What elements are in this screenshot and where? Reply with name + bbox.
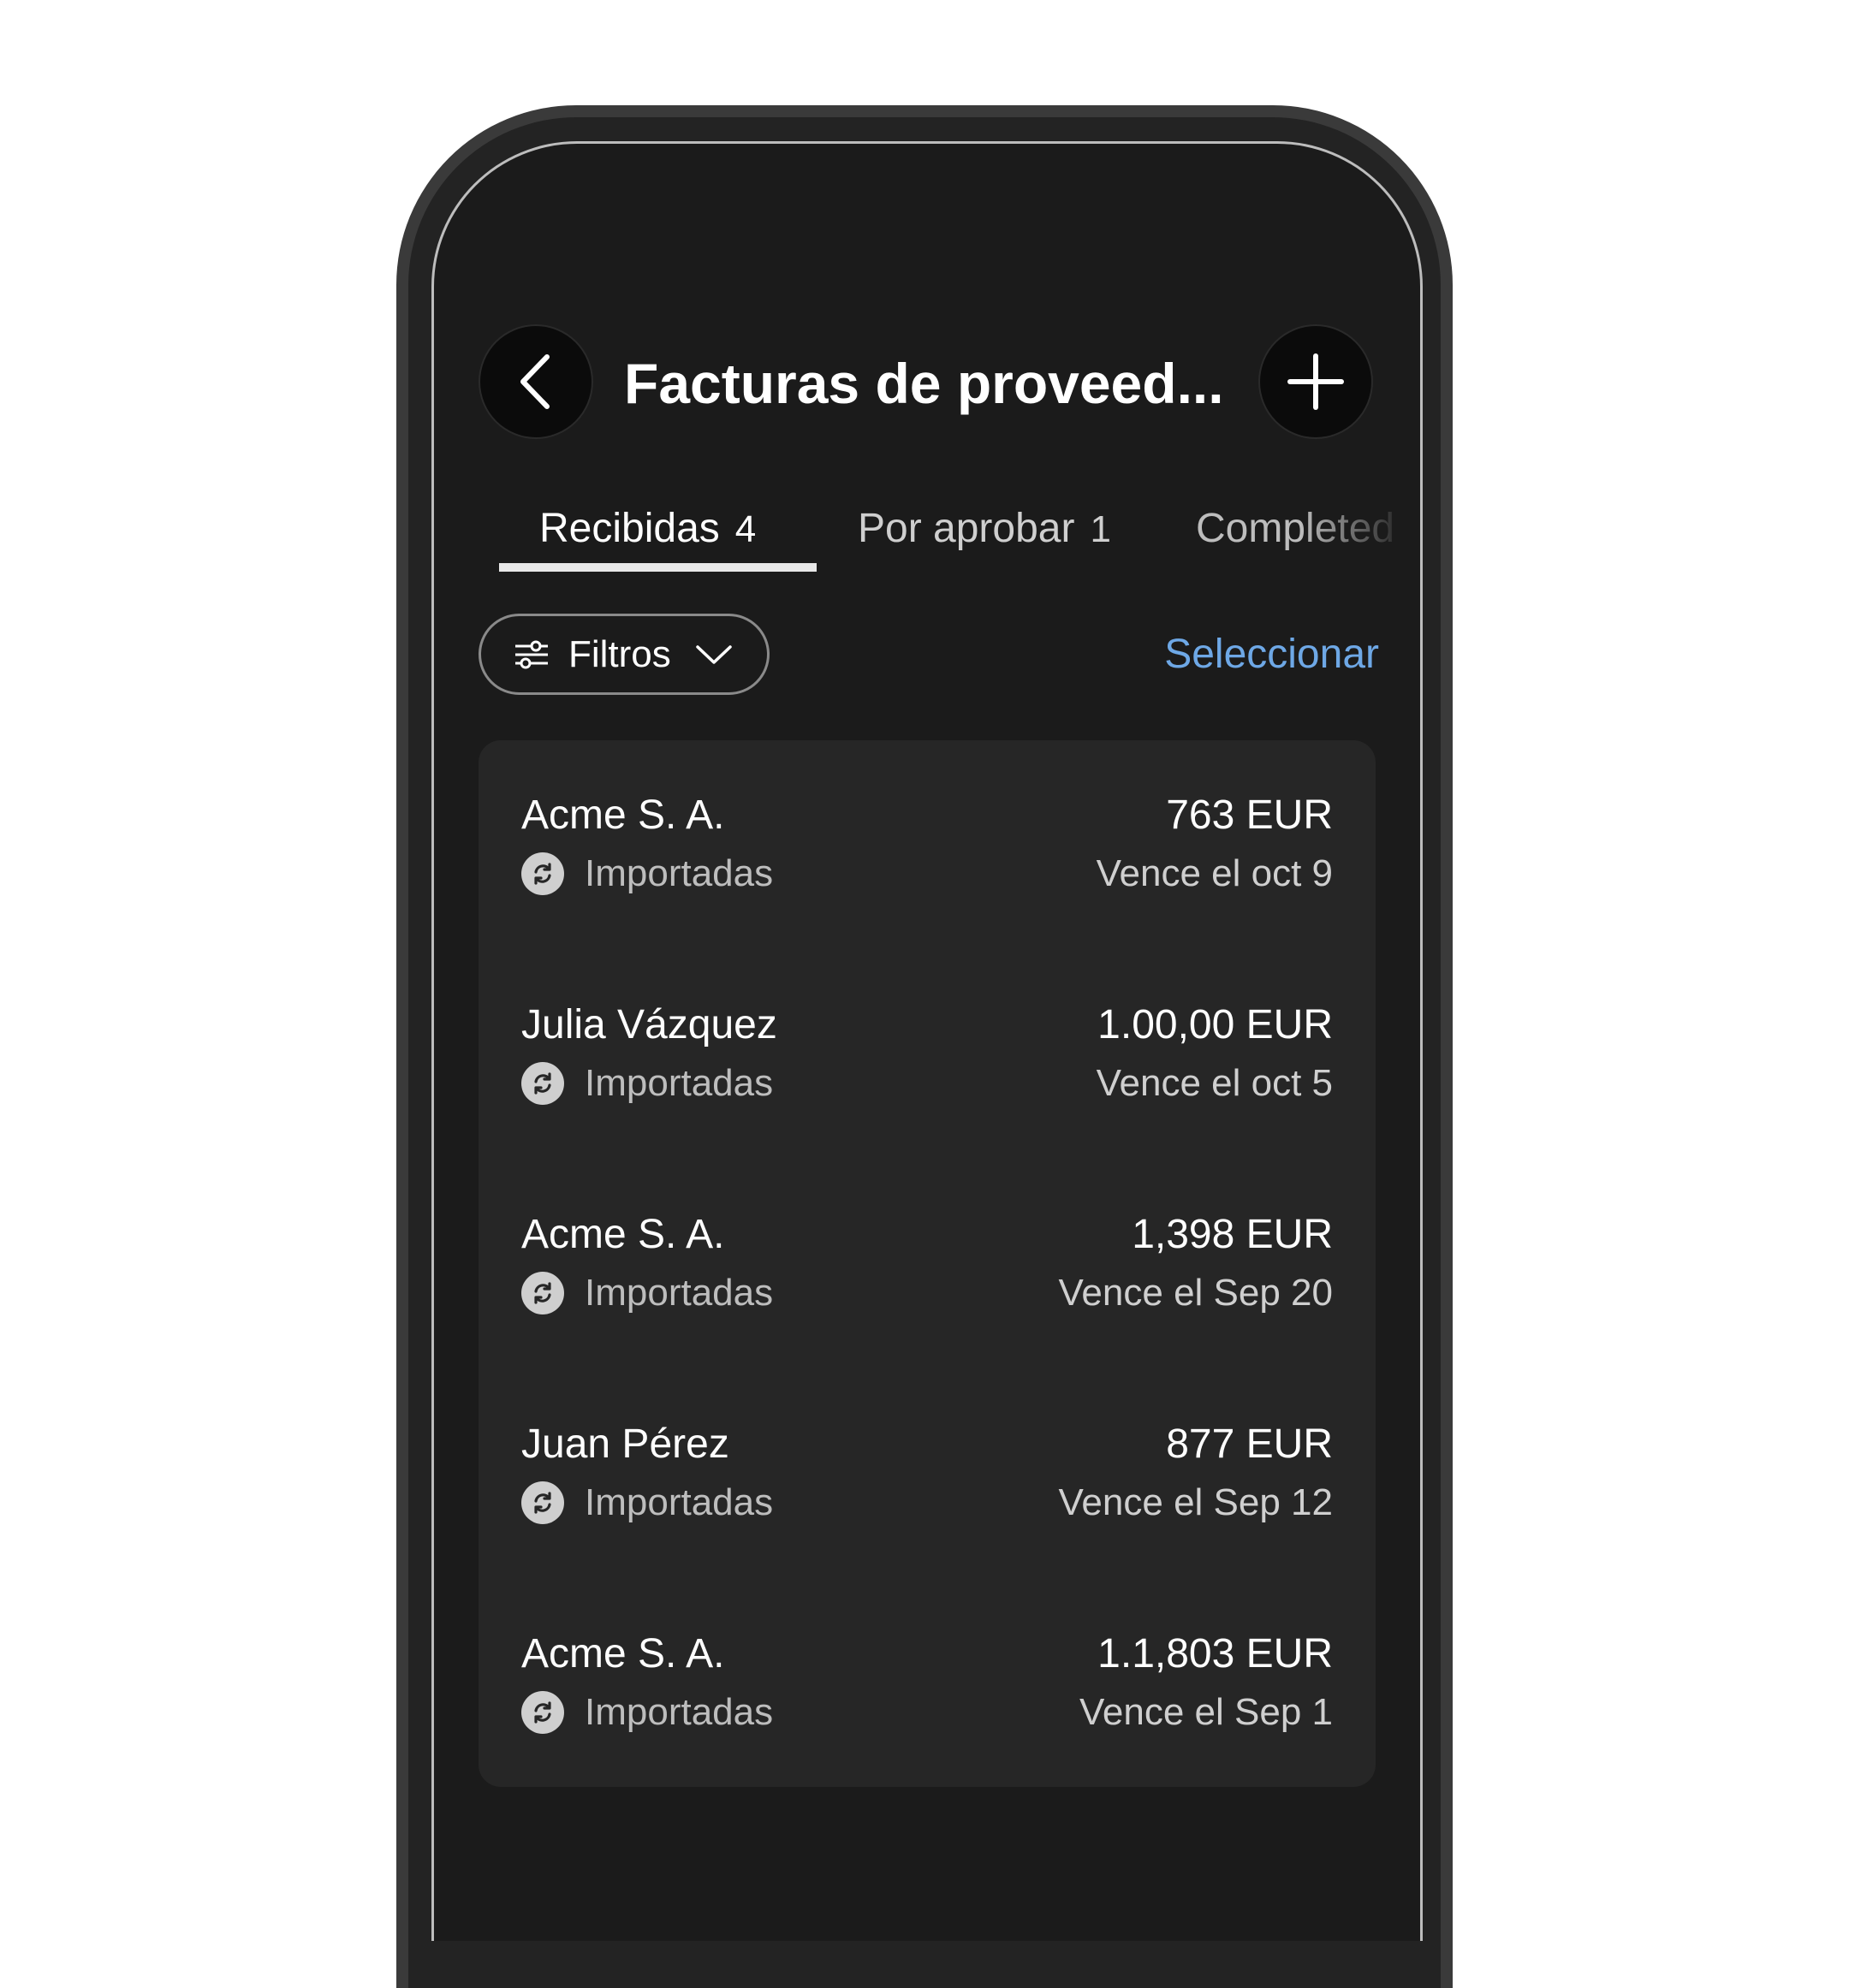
page-title: Facturas de proveed... bbox=[624, 352, 1224, 415]
chevron-down-icon bbox=[695, 643, 733, 667]
invoice-amount: 877 EUR bbox=[1166, 1421, 1333, 1467]
vendor-name: Julia Vázquez bbox=[521, 1002, 777, 1047]
status-label: Importadas bbox=[585, 1272, 774, 1314]
vendor-name: Acme S. A. bbox=[521, 1212, 725, 1257]
invoice-amount: 1.1,803 EUR bbox=[1097, 1631, 1333, 1676]
status-label: Importadas bbox=[585, 1691, 774, 1733]
invoice-row[interactable]: Acme S. A. Importadas 763 EUR Vence el o… bbox=[479, 740, 1376, 950]
invoice-amount: 1.00,00 EUR bbox=[1097, 1002, 1333, 1047]
vendor-name: Acme S. A. bbox=[521, 1631, 725, 1676]
filters-button[interactable]: Filtros bbox=[479, 614, 770, 695]
active-tab-indicator bbox=[499, 563, 817, 572]
due-date: Vence el oct 5 bbox=[1096, 1062, 1333, 1104]
invoice-row[interactable]: Acme S. A. Importadas 1.1,803 EUR Vence … bbox=[479, 1579, 1376, 1789]
status-label: Importadas bbox=[585, 1062, 774, 1104]
status: Importadas bbox=[521, 1688, 773, 1736]
tab-por-aprobar[interactable]: Por aprobar 1 bbox=[858, 495, 1111, 564]
filters-label: Filtros bbox=[568, 632, 671, 675]
chevron-left-icon bbox=[514, 352, 557, 412]
vendor-name: Acme S. A. bbox=[521, 792, 725, 838]
back-button[interactable] bbox=[480, 326, 592, 437]
due-date: Vence el Sep 20 bbox=[1058, 1272, 1333, 1314]
status-label: Importadas bbox=[585, 1481, 774, 1523]
invoice-list: Acme S. A. Importadas 763 EUR Vence el o… bbox=[479, 740, 1376, 1787]
sync-icon bbox=[521, 852, 564, 895]
add-invoice-button[interactable] bbox=[1260, 326, 1371, 437]
sync-icon bbox=[521, 1481, 564, 1524]
tab-overflow-fade bbox=[1300, 495, 1420, 572]
tab-count: 4 bbox=[734, 508, 757, 550]
status: Importadas bbox=[521, 1479, 773, 1527]
select-link[interactable]: Seleccionar bbox=[1164, 625, 1379, 685]
invoice-row[interactable]: Acme S. A. Importadas 1,398 EUR Vence el… bbox=[479, 1160, 1376, 1369]
tab-label: Por aprobar bbox=[858, 506, 1075, 551]
tab-label: Recibidas bbox=[539, 506, 720, 551]
due-date: Vence el Sep 12 bbox=[1058, 1481, 1333, 1523]
tab-bar: Recibidas 4 Por aprobar 1 Completed bbox=[434, 495, 1420, 589]
status: Importadas bbox=[521, 1059, 773, 1107]
status: Importadas bbox=[521, 850, 773, 898]
invoice-amount: 763 EUR bbox=[1166, 792, 1333, 838]
sync-icon bbox=[521, 1062, 564, 1105]
tab-recibidas[interactable]: Recibidas 4 bbox=[539, 495, 756, 564]
app-screen: Facturas de proveed... Recibidas 4 Por ap… bbox=[431, 141, 1423, 1941]
tab-count: 1 bbox=[1090, 508, 1111, 550]
invoice-row[interactable]: Julia Vázquez Importadas 1.00,00 EUR Ven… bbox=[479, 950, 1376, 1160]
invoice-row[interactable]: Juan Pérez Importadas 877 EUR Vence el S… bbox=[479, 1369, 1376, 1579]
status-label: Importadas bbox=[585, 852, 774, 894]
vendor-name: Juan Pérez bbox=[521, 1421, 729, 1467]
sync-icon bbox=[521, 1272, 564, 1314]
status: Importadas bbox=[521, 1269, 773, 1317]
invoice-amount: 1,398 EUR bbox=[1132, 1212, 1333, 1257]
sliders-icon bbox=[514, 639, 550, 670]
due-date: Vence el oct 9 bbox=[1096, 852, 1333, 894]
due-date: Vence el Sep 1 bbox=[1079, 1691, 1333, 1733]
sync-icon bbox=[521, 1691, 564, 1734]
plus-icon bbox=[1286, 352, 1346, 412]
